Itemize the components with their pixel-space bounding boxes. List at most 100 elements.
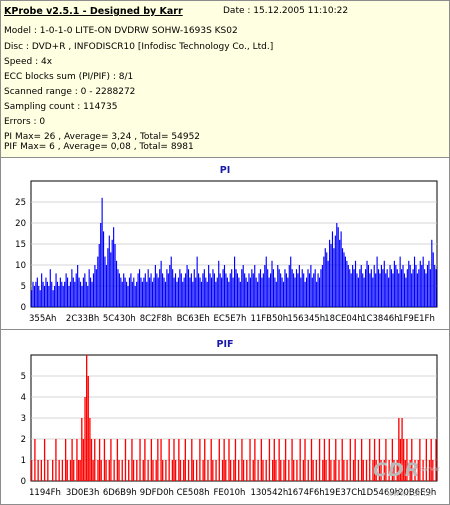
pi-bar [294, 277, 296, 307]
pi-bar [95, 269, 97, 307]
pi-bar [426, 265, 429, 307]
pi-bar [52, 290, 54, 307]
pi-bar [141, 281, 143, 307]
pif-bar [435, 439, 437, 481]
pi-x-tick-label: 1C3846h [361, 314, 399, 324]
pi-bar [92, 273, 95, 307]
pi-bar [90, 277, 92, 307]
pi-bar [236, 273, 239, 307]
pif-bar [87, 376, 89, 481]
pi-bar [206, 281, 208, 307]
pif-bar [31, 460, 33, 481]
pi-bar [288, 265, 290, 307]
pi-bar [347, 265, 349, 307]
pi-bar [419, 260, 421, 307]
pif-bar [82, 439, 85, 481]
pi-bar [77, 265, 79, 307]
pi-bar [373, 265, 375, 307]
pi-bar [203, 269, 205, 307]
pif-bar [173, 439, 175, 481]
pi-bar [199, 277, 201, 307]
pif-bar [354, 439, 356, 481]
pif-bar [160, 439, 162, 481]
pi-bar [228, 281, 230, 307]
pi-bar [363, 277, 365, 307]
pif-bar [142, 460, 144, 481]
pi-bar [195, 277, 197, 307]
pif-bar [318, 439, 321, 481]
pi-bar [366, 260, 368, 307]
pi-bar [68, 286, 70, 307]
pif-bar [66, 460, 68, 481]
pi-bar [251, 269, 253, 307]
pi-bar [422, 256, 424, 307]
pi-bar [98, 244, 100, 307]
pi-bar [367, 265, 370, 307]
watermark-url: www.cdr.cz [387, 489, 432, 498]
pi-bar [192, 281, 194, 307]
pif-bar [210, 439, 212, 481]
pi-bar [183, 277, 185, 307]
pi-bar [114, 244, 116, 307]
pi-bar [31, 290, 33, 307]
pi-bar [55, 273, 57, 307]
pif-bar [425, 439, 427, 481]
pi-bar [353, 269, 355, 307]
pif-y-tick-label: 0 [21, 477, 26, 487]
pi-bar [65, 273, 67, 307]
pif-bar [260, 439, 263, 481]
info-pi-stats: PI Max= 26 , Average= 3,24 , Total= 5495… [4, 132, 201, 142]
pi-bar [75, 273, 77, 307]
pif-bar [346, 460, 348, 481]
pi-bar [344, 256, 346, 307]
pi-bar [301, 269, 303, 307]
pi-bar [179, 269, 181, 307]
pi-bar [193, 269, 195, 307]
pi-bar [258, 273, 260, 307]
pif-bar [278, 439, 280, 481]
pif-bar [55, 439, 57, 481]
pi-bar [327, 260, 329, 307]
pi-bar [229, 273, 231, 307]
pi-bar [222, 269, 224, 307]
pi-bar [261, 277, 263, 307]
pi-bar [305, 277, 308, 307]
pi-bar [298, 265, 300, 307]
pif-bar [275, 460, 277, 481]
pif-bar [430, 439, 432, 481]
pi-bar [190, 273, 192, 307]
pi-bar [36, 277, 38, 307]
pi-bar [146, 281, 148, 307]
pif-bar [52, 460, 54, 481]
pif-y-tick-label: 5 [21, 372, 26, 382]
pif-bar [187, 460, 190, 481]
pi-bar [108, 235, 110, 307]
pi-bar [219, 273, 221, 307]
pi-bar [176, 281, 178, 307]
pif-bar [195, 460, 198, 481]
pi-y-tick-label: 10 [15, 261, 26, 271]
pif-bar [241, 439, 243, 481]
pif-bar [150, 439, 153, 481]
pi-x-tick-label: 1F9E1Fh [398, 314, 435, 324]
pi-bar [218, 260, 220, 307]
pi-bar [375, 273, 377, 307]
pi-bar [62, 286, 64, 307]
pif-bar [179, 460, 182, 481]
pif-bar [273, 439, 275, 481]
pif-bar [98, 439, 101, 481]
pi-bar [421, 265, 423, 307]
pi-bar [435, 269, 437, 307]
pi-bar [156, 273, 158, 307]
pi-bar [310, 265, 312, 307]
pif-bar [116, 439, 119, 481]
pi-bar [357, 277, 359, 307]
pif-bar [37, 460, 39, 481]
pi-bar [202, 273, 204, 307]
pif-bar [81, 418, 83, 481]
pi-bar [151, 281, 154, 307]
pi-bar [231, 269, 233, 307]
pif-bar [302, 460, 305, 481]
pi-bar [402, 265, 404, 307]
pif-bar [178, 439, 180, 481]
